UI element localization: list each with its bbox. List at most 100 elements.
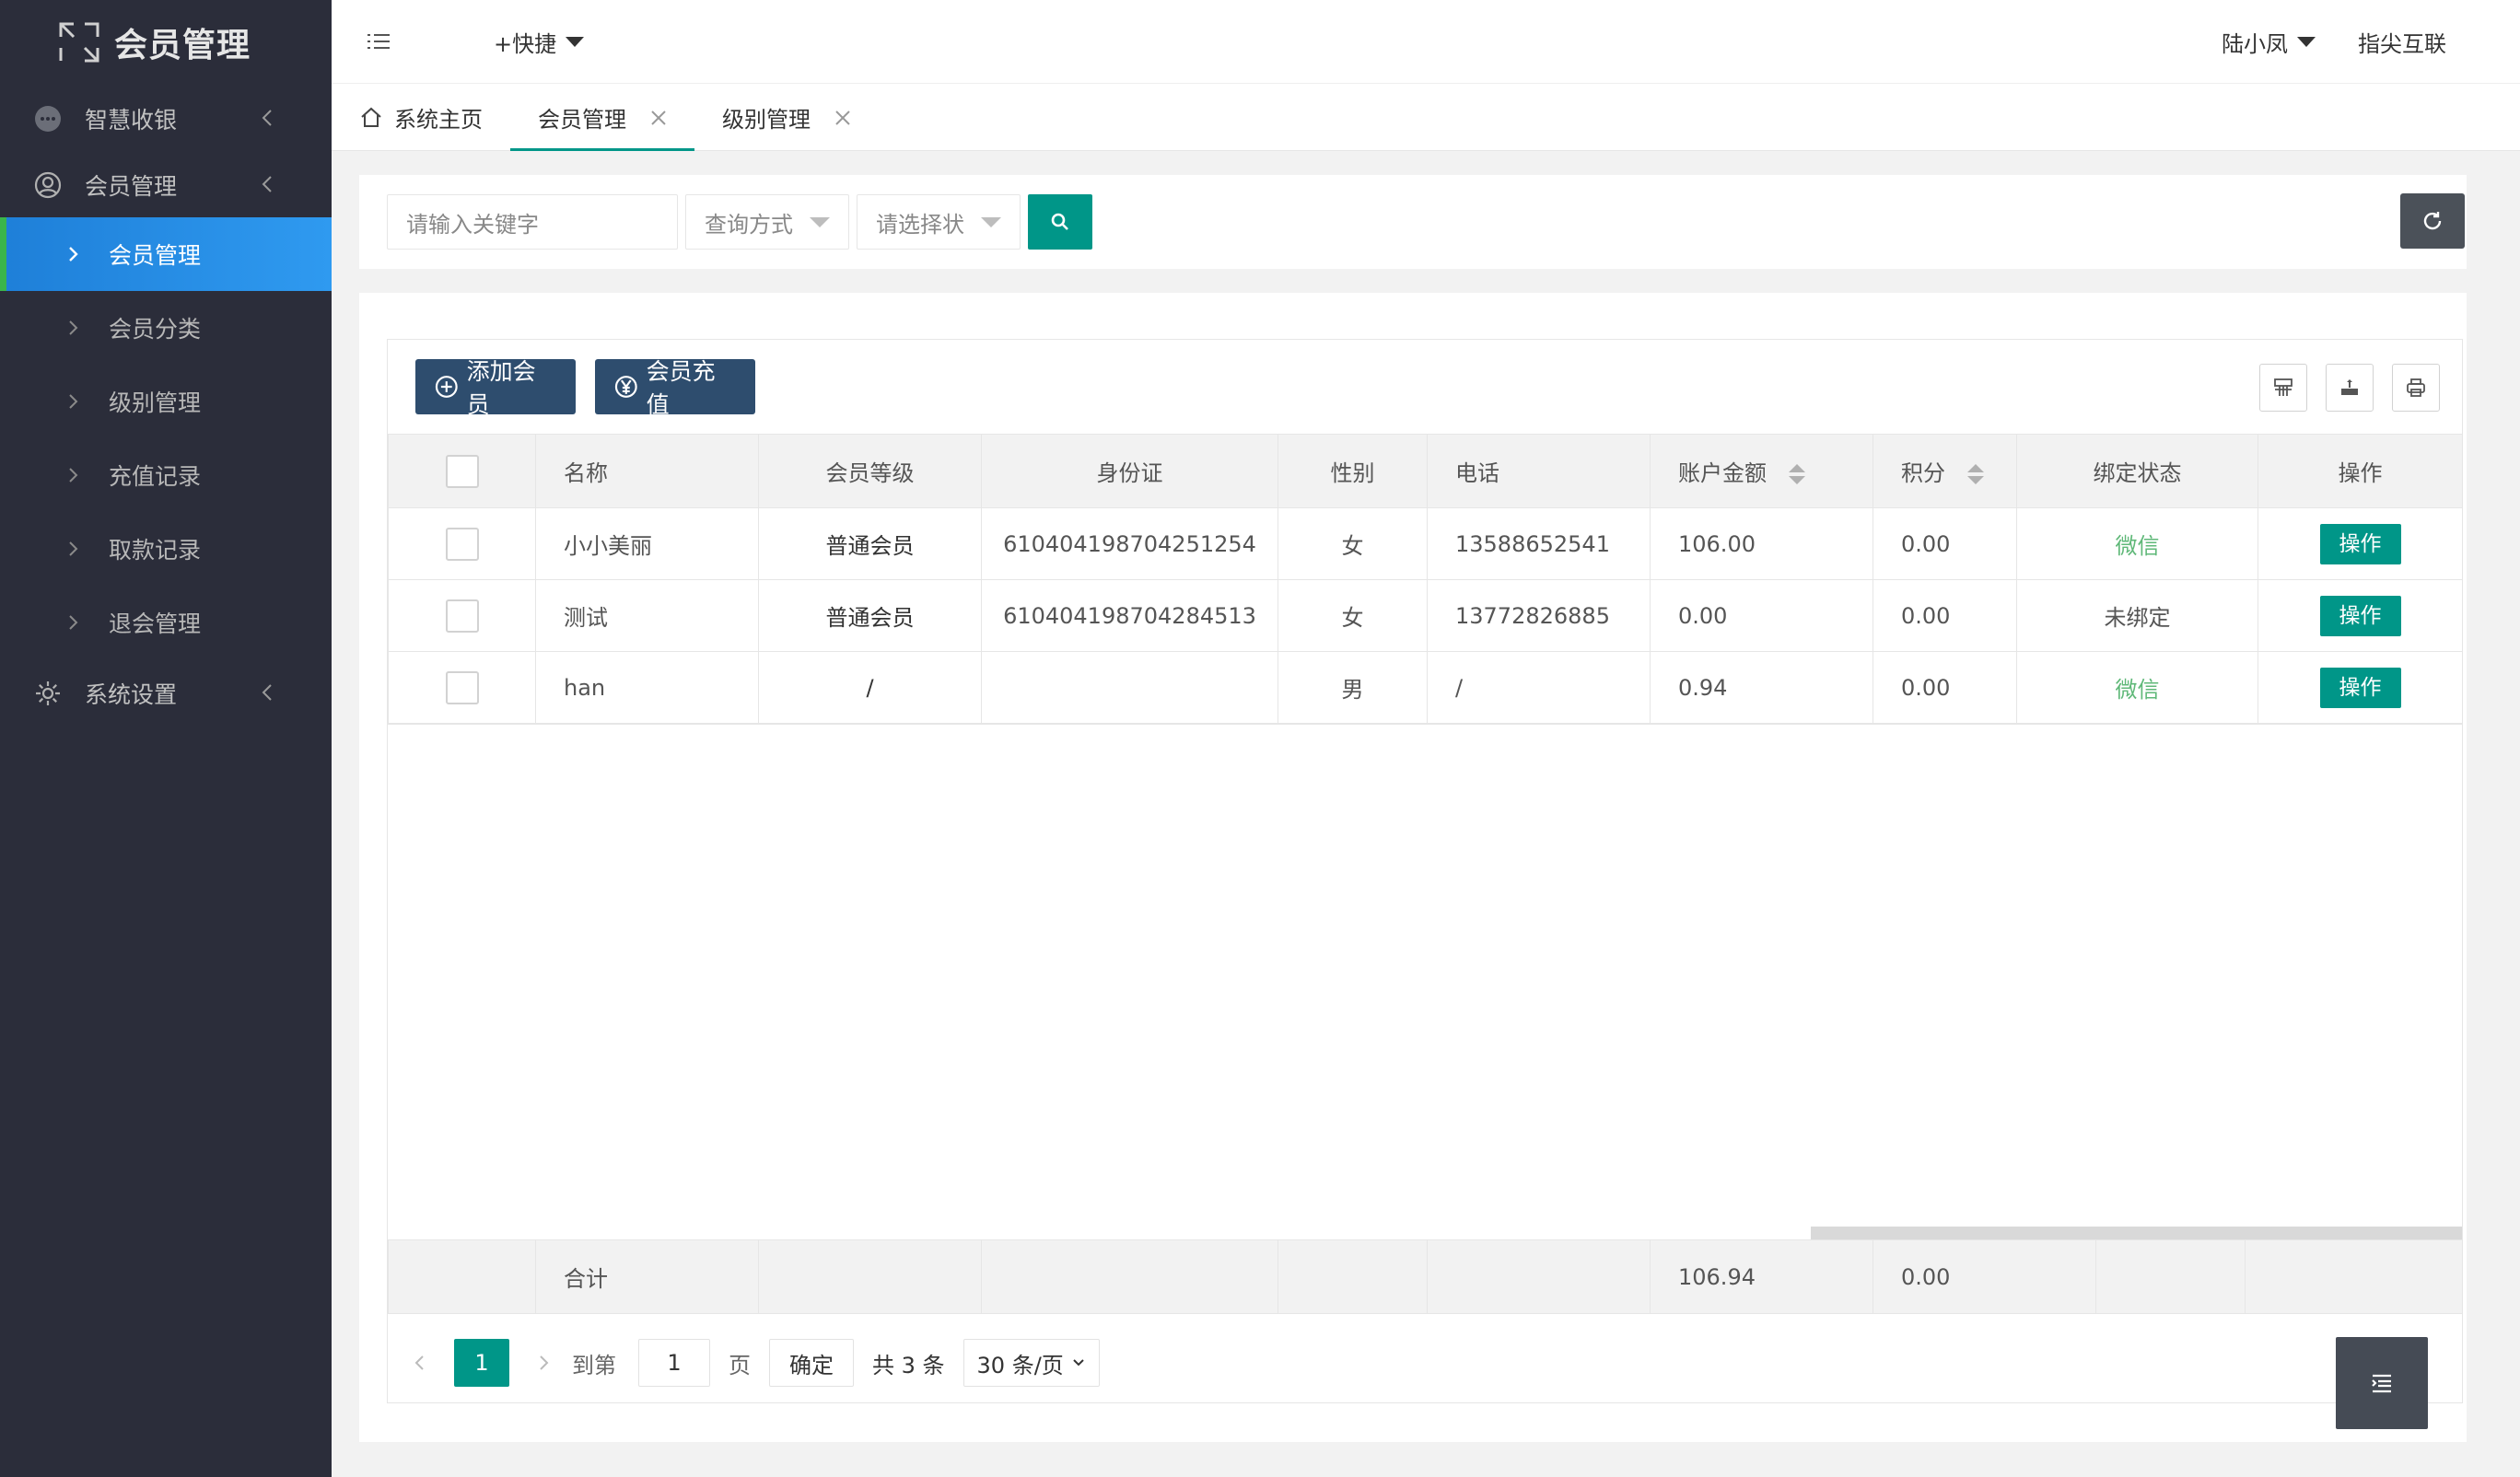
chevron-right-icon — [69, 468, 78, 483]
sidebar-item-recharge-records[interactable]: 充值记录 — [0, 438, 332, 512]
action-button[interactable]: 操作 — [2319, 523, 2401, 564]
sidebar-item-member-management[interactable]: 会员管理 — [0, 217, 332, 291]
summary-empty — [981, 1239, 1278, 1314]
action-button[interactable]: 操作 — [2319, 667, 2401, 708]
action-button[interactable]: 操作 — [2319, 595, 2401, 636]
row-checkbox[interactable] — [445, 599, 479, 633]
table-row: han / 男 / 0.94 0.00 微信 操作 — [388, 651, 2463, 724]
columns-filter-button[interactable] — [2259, 364, 2307, 412]
quick-menu[interactable]: +快捷 — [494, 26, 585, 58]
chevron-right-icon — [69, 541, 78, 556]
cell-level: 普通会员 — [758, 507, 982, 580]
cell-id-card: 610404198704284513 — [981, 579, 1278, 652]
cell-phone: 13772826885 — [1427, 579, 1651, 652]
export-button[interactable] — [2326, 364, 2374, 412]
page-tabs: 系统主页 会员管理 级别管理 — [332, 83, 2520, 151]
summary-empty — [388, 1239, 536, 1314]
header-level: 会员等级 — [758, 434, 982, 508]
print-button[interactable] — [2392, 364, 2440, 412]
page-current[interactable]: 1 — [454, 1339, 509, 1387]
tab-level-management[interactable]: 级别管理 — [694, 84, 879, 151]
row-select[interactable] — [388, 579, 536, 652]
tab-member-management[interactable]: 会员管理 — [510, 84, 694, 151]
goto-page-input[interactable]: 1 — [638, 1339, 710, 1387]
chevron-left-icon — [262, 110, 272, 126]
tab-label: 系统主页 — [394, 107, 483, 133]
user-menu[interactable]: 陆小凤 — [2222, 26, 2316, 58]
query-mode-select[interactable]: 查询方式 — [685, 194, 849, 250]
header-points[interactable]: 积分 — [1872, 434, 2017, 508]
collapse-arrows-icon — [59, 22, 99, 63]
gear-icon — [36, 681, 60, 705]
table-row: 测试 普通会员 610404198704284513 女 13772826885… — [388, 579, 2463, 652]
quick-menu-label: +快捷 — [494, 30, 557, 57]
cell-actions: 操作 — [2258, 579, 2463, 652]
cell-bind-status: 微信 — [2016, 651, 2258, 724]
close-icon[interactable] — [650, 110, 667, 126]
sidebar-item-label: 退会管理 — [109, 611, 202, 637]
summary-table: 合计 106.94 0.00 — [388, 1239, 2463, 1314]
member-table: 名称 会员等级 身份证 性别 电话 账户金额 积分 绑定状态 操作 小小美丽 普… — [388, 434, 2463, 724]
chevron-right-icon[interactable] — [535, 1355, 552, 1371]
sort-icon[interactable] — [1966, 464, 1984, 484]
tab-home[interactable]: 系统主页 — [332, 84, 510, 151]
sidebar-group-member[interactable]: 会员管理 — [0, 153, 332, 217]
summary-points: 0.00 — [1872, 1239, 2096, 1314]
menu-list-icon[interactable] — [365, 28, 392, 55]
caret-down-icon — [2297, 37, 2316, 47]
summary-empty — [758, 1239, 982, 1314]
table-empty-area — [388, 724, 2462, 1239]
goto-confirm-button[interactable]: 确定 — [769, 1339, 854, 1387]
header-balance[interactable]: 账户金额 — [1650, 434, 1873, 508]
chevron-left-icon — [262, 176, 272, 192]
recharge-member-button[interactable]: 会员充值 — [595, 358, 755, 418]
header-phone: 电话 — [1427, 434, 1651, 508]
export-icon — [2341, 379, 2358, 395]
row-checkbox[interactable] — [445, 670, 479, 704]
sidebar-item-label: 取款记录 — [109, 537, 202, 564]
caret-down-icon — [566, 36, 585, 47]
sidebar-item-withdraw-records[interactable]: 取款记录 — [0, 512, 332, 586]
cell-points: 0.00 — [1872, 651, 2017, 724]
sidebar-group-cashier[interactable]: 智慧收银 — [0, 87, 332, 151]
select-all-checkbox[interactable] — [445, 454, 479, 488]
cell-phone: / — [1427, 651, 1651, 724]
side-menu-button[interactable] — [2336, 1337, 2428, 1429]
chevron-left-icon[interactable] — [412, 1355, 428, 1371]
refresh-icon — [2423, 212, 2442, 230]
header-select-all[interactable] — [388, 434, 536, 508]
chat-bubble-icon — [35, 106, 61, 132]
sidebar-item-membership-cancel[interactable]: 退会管理 — [0, 586, 332, 659]
sidebar-group-settings[interactable]: 系统设置 — [0, 661, 332, 726]
add-member-label: 添加会员 — [466, 358, 536, 418]
add-member-button[interactable]: 添加会员 — [415, 358, 576, 418]
status-placeholder: 请选择状 — [876, 211, 964, 238]
search-panel: 请输入关键字 查询方式 请选择状 — [359, 175, 2467, 269]
caret-down-icon — [981, 216, 1001, 227]
cell-bind-status: 未绑定 — [2016, 579, 2258, 652]
row-checkbox[interactable] — [445, 527, 479, 561]
row-select[interactable] — [388, 651, 536, 724]
user-name: 陆小凤 — [2222, 31, 2288, 57]
page-size-select[interactable]: 30 条/页 — [962, 1339, 1100, 1387]
header-gender: 性别 — [1278, 434, 1428, 508]
refresh-button[interactable] — [2400, 193, 2465, 249]
chevron-down-icon — [1072, 1359, 1084, 1367]
user-circle-icon — [34, 171, 62, 199]
company-name[interactable]: 指尖互联 — [2358, 26, 2446, 58]
status-select[interactable]: 请选择状 — [857, 194, 1021, 250]
tab-label: 会员管理 — [538, 107, 626, 133]
horizontal-scrollbar[interactable] — [1811, 1227, 2462, 1239]
keyword-input[interactable]: 请输入关键字 — [387, 194, 678, 250]
sidebar-item-member-category[interactable]: 会员分类 — [0, 291, 332, 365]
search-button[interactable] — [1028, 194, 1092, 250]
row-select[interactable] — [388, 507, 536, 580]
close-icon[interactable] — [834, 110, 851, 126]
summary-label: 合计 — [535, 1239, 759, 1314]
summary-empty — [2245, 1239, 2463, 1314]
sort-icon[interactable] — [1788, 464, 1805, 484]
total-count: 共 3 条 — [872, 1352, 945, 1378]
cell-actions: 操作 — [2258, 507, 2463, 580]
sidebar-item-level-management[interactable]: 级别管理 — [0, 365, 332, 438]
cell-phone: 13588652541 — [1427, 507, 1651, 580]
